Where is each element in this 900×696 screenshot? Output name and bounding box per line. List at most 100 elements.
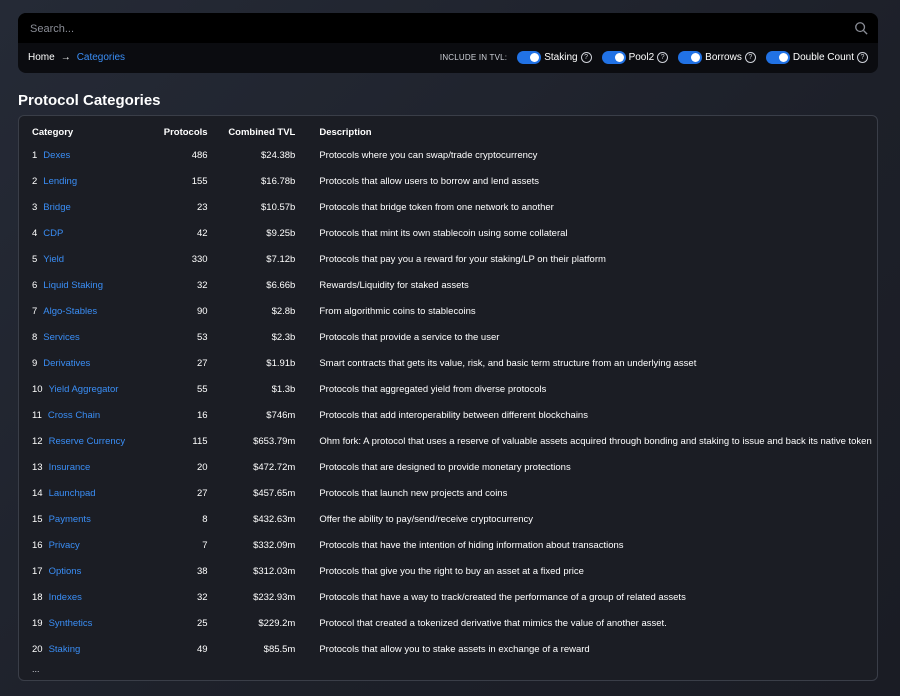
help-icon[interactable]: ? <box>744 52 756 63</box>
category-cell: 16 Privacy <box>19 532 160 558</box>
category-link[interactable]: Services <box>43 332 79 343</box>
category-link[interactable]: Payments <box>49 514 91 525</box>
borrows-switch[interactable] <box>678 51 703 64</box>
header-protocols[interactable]: Protocols <box>160 122 208 142</box>
breadcrumb-home-link[interactable]: Home <box>28 52 55 63</box>
category-link[interactable]: Yield <box>43 254 64 265</box>
category-link[interactable]: Derivatives <box>43 358 90 369</box>
help-icon[interactable]: ? <box>657 52 669 63</box>
rank-number: 19 <box>32 617 43 629</box>
category-link[interactable]: Lending <box>43 176 77 187</box>
double-count-label: Double Count <box>792 52 854 63</box>
combined-tvl-value: $1.3b <box>271 383 296 395</box>
help-icon[interactable]: ? <box>857 52 868 63</box>
combined-tvl-value: $9.25b <box>266 227 296 239</box>
toggle-pool2[interactable]: Pool2 ? <box>601 51 669 64</box>
category-link[interactable]: Privacy <box>49 540 80 551</box>
rank-number: 8 <box>32 331 38 343</box>
table-row[interactable]: 8 Services 53 $2.3b Protocols that provide a… <box>19 324 877 350</box>
header-category[interactable]: Category <box>19 122 160 142</box>
description-text: Protocols that pay you a reward for your… <box>319 253 606 265</box>
combined-tvl-value: $1.91b <box>266 357 296 369</box>
table-row[interactable]: 1 Dexes 486 $24.38b Protocols where you can … <box>19 142 877 168</box>
toggle-borrows[interactable]: Borrows ? <box>678 51 756 64</box>
rank-number: 5 <box>32 253 38 265</box>
staking-switch[interactable] <box>517 51 542 64</box>
description-text: Protocols that allow you to stake assets… <box>319 643 590 655</box>
category-link[interactable]: Bridge <box>43 202 70 213</box>
table-row[interactable]: 7 Algo-Stables 90 $2.8b From algorithmic coi… <box>19 298 877 324</box>
protocols-count: 115 <box>192 435 208 447</box>
description-text: Protocols that have a way to track/creat… <box>319 591 686 603</box>
category-link[interactable]: Cross Chain <box>48 410 100 421</box>
protocols-count: 38 <box>196 565 208 577</box>
table-row[interactable]: 6 Liquid Staking 32 $6.66b Rewards/Liquidity… <box>19 272 877 298</box>
category-link[interactable]: Indexes <box>49 592 82 603</box>
rank-number: 1 <box>32 149 38 161</box>
rank-number: 3 <box>32 201 38 213</box>
search-input[interactable] <box>28 20 832 38</box>
breadcrumb-current[interactable]: Categories <box>77 52 125 63</box>
category-link[interactable]: Insurance <box>49 462 91 473</box>
toggle-double-count[interactable]: Double Count ? <box>765 51 868 64</box>
pool2-switch[interactable] <box>601 51 626 64</box>
description-text: Protocols that add interoperability betw… <box>319 409 588 421</box>
category-link[interactable]: Launchpad <box>49 488 96 499</box>
search-icon[interactable] <box>854 21 868 35</box>
table-row[interactable]: 20 Staking 49 $85.5m Protocols that allow yo… <box>19 636 877 662</box>
category-link[interactable]: Algo-Stables <box>43 306 97 317</box>
category-cell: 10 Yield Aggregator <box>19 376 160 402</box>
table-row[interactable]: 11 Cross Chain 16 $746m Protocols that add i… <box>19 402 877 428</box>
category-link[interactable]: Dexes <box>43 150 70 161</box>
table-row[interactable]: 5 Yield 330 $7.12b Protocols that pay you a … <box>19 246 877 272</box>
table-row[interactable]: 9 Derivatives 27 $1.91b Smart contracts that… <box>19 350 877 376</box>
combined-tvl-value: $332.09m <box>253 539 296 551</box>
table-row[interactable]: 15 Payments 8 $432.63m Offer the ability to … <box>19 506 877 532</box>
description-text: Offer the ability to pay/send/receive cr… <box>319 513 534 525</box>
table-row[interactable]: 2 Lending 155 $16.78b Protocols that allow u… <box>19 168 877 194</box>
categories-table-container[interactable]: Category Protocols Combined TVL Descript… <box>18 115 878 681</box>
rank-number: 6 <box>32 279 38 291</box>
table-row[interactable]: 3 Bridge 23 $10.57b Protocols that bridge to… <box>19 194 877 220</box>
table-row[interactable]: 19 Synthetics 25 $229.2m Protocol that creat… <box>19 610 877 636</box>
protocols-count: 53 <box>196 331 208 343</box>
description-text: Ohm fork: A protocol that uses a reserve… <box>319 435 872 447</box>
protocols-count: 90 <box>196 305 208 317</box>
table-row[interactable]: 10 Yield Aggregator 55 $1.3b Protocols that … <box>19 376 877 402</box>
switch-knob <box>691 53 701 62</box>
table-row[interactable]: 12 Reserve Currency 115 $653.79m Ohm fork: A… <box>19 428 877 454</box>
category-link[interactable]: Reserve Currency <box>49 436 126 447</box>
category-link[interactable]: Synthetics <box>49 618 93 629</box>
description-text: Protocols that aggregated yield from div… <box>319 383 547 395</box>
page-title: Protocol Categories <box>18 92 161 109</box>
table-row[interactable]: 4 CDP 42 $9.25b Protocols that mint its own … <box>19 220 877 246</box>
table-row[interactable]: 16 Privacy 7 $332.09m Protocols that have th… <box>19 532 877 558</box>
rank-number: 18 <box>32 591 43 603</box>
table-row[interactable]: 18 Indexes 32 $232.93m Protocols that have a… <box>19 584 877 610</box>
rank-number: 4 <box>32 227 38 239</box>
category-link[interactable]: CDP <box>43 228 63 239</box>
category-cell: 8 Services <box>19 324 160 350</box>
description-text: Protocols that mint its own stablecoin u… <box>319 227 568 239</box>
category-cell: 3 Bridge <box>19 194 160 220</box>
table-row[interactable]: 17 Options 38 $312.03m Protocols that give y… <box>19 558 877 584</box>
category-link[interactable]: Yield Aggregator <box>49 384 119 395</box>
protocols-count: 486 <box>191 149 208 161</box>
description-text: Protocols that have the intention of hid… <box>319 539 624 551</box>
category-link[interactable]: Options <box>49 566 82 577</box>
header-description[interactable]: Description <box>295 122 877 142</box>
borrows-label: Borrows <box>705 52 742 63</box>
table-row[interactable]: 14 Launchpad 27 $457.65m Protocols that laun… <box>19 480 877 506</box>
staking-label: Staking <box>544 52 578 63</box>
combined-tvl-value: $2.8b <box>271 305 296 317</box>
category-link[interactable]: Liquid Staking <box>43 280 103 291</box>
combined-tvl-value: $85.5m <box>263 643 296 655</box>
category-cell: 6 Liquid Staking <box>19 272 160 298</box>
toggle-staking[interactable]: Staking ? <box>517 51 592 64</box>
table-row[interactable]: 13 Insurance 20 $472.72m Protocols that are … <box>19 454 877 480</box>
double-count-switch[interactable] <box>765 51 790 64</box>
category-link[interactable]: Staking <box>49 644 81 655</box>
help-icon[interactable]: ? <box>580 52 592 63</box>
protocols-count: 155 <box>191 175 208 187</box>
header-combined-tvl[interactable]: Combined TVL <box>208 122 295 142</box>
